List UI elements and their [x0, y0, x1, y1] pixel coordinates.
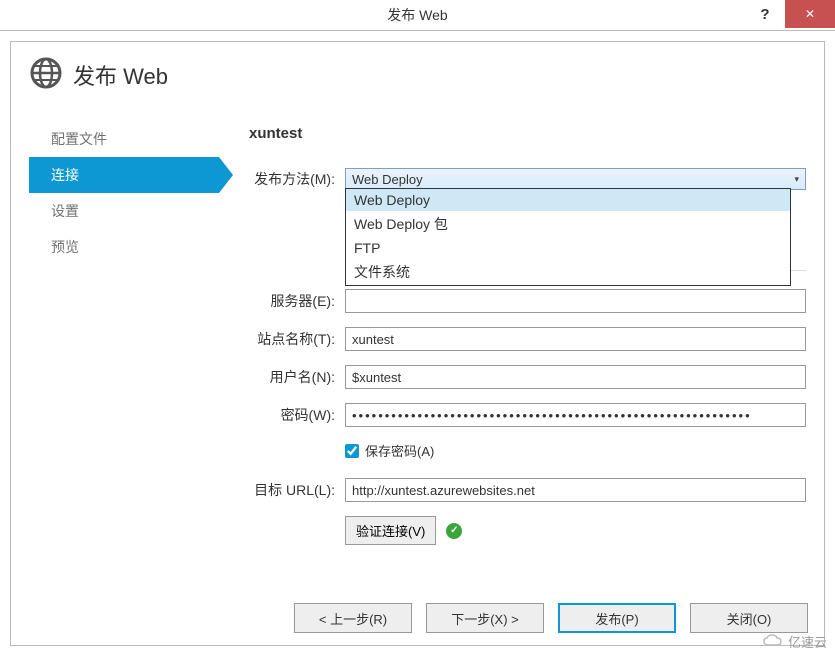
globe-icon [29, 56, 63, 93]
next-button[interactable]: 下一步(X) > [426, 603, 544, 633]
wizard-nav: 配置文件 连接 设置 预览 [29, 121, 219, 545]
chevron-down-icon: ▾ [794, 174, 799, 185]
close-button[interactable]: 关闭(O) [690, 603, 808, 633]
dialog-title: 发布 Web [73, 59, 168, 91]
nav-item-settings[interactable]: 设置 [29, 193, 219, 229]
password-label: 密码(W): [249, 405, 345, 425]
success-check-icon: ✓ [446, 523, 462, 539]
title-bar-text: 发布 Web [387, 5, 447, 25]
password-input[interactable] [345, 403, 806, 427]
close-icon: ✕ [805, 7, 815, 21]
dropdown-option-web-deploy-package[interactable]: Web Deploy 包 [346, 211, 790, 237]
dropdown-option-web-deploy[interactable]: Web Deploy [346, 189, 790, 211]
watermark-text: 亿速云 [788, 632, 827, 651]
save-password-label: 保存密码(A) [365, 441, 434, 460]
nav-item-connection[interactable]: 连接 [29, 157, 219, 193]
username-input[interactable] [345, 365, 806, 389]
publish-button[interactable]: 发布(P) [558, 603, 676, 633]
destination-url-label: 目标 URL(L): [249, 480, 345, 500]
dropdown-option-filesystem[interactable]: 文件系统 [346, 259, 790, 285]
publish-method-value: Web Deploy [352, 172, 423, 187]
profile-name: xuntest [249, 125, 806, 142]
title-bar: 发布 Web ? ✕ [0, 0, 835, 31]
publish-method-label: 发布方法(M): [249, 169, 345, 189]
validate-connection-button[interactable]: 验证连接(V) [345, 516, 436, 545]
prev-button[interactable]: < 上一步(R) [294, 603, 412, 633]
close-window-button[interactable]: ✕ [785, 0, 835, 28]
publish-method-select[interactable]: Web Deploy ▾ [345, 168, 806, 190]
nav-item-preview[interactable]: 预览 [29, 229, 219, 265]
server-label: 服务器(E): [249, 291, 345, 311]
dropdown-option-ftp[interactable]: FTP [346, 237, 790, 259]
username-label: 用户名(N): [249, 367, 345, 387]
destination-url-input[interactable] [345, 478, 806, 502]
server-input[interactable] [345, 289, 806, 313]
nav-item-profile[interactable]: 配置文件 [29, 121, 219, 157]
site-name-input[interactable] [345, 327, 806, 351]
site-name-label: 站点名称(T): [249, 329, 345, 349]
save-password-checkbox[interactable] [345, 444, 359, 458]
watermark: 亿速云 [762, 632, 827, 651]
dialog-header: 发布 Web [29, 56, 806, 93]
publish-method-dropdown: Web Deploy Web Deploy 包 FTP 文件系统 [345, 188, 791, 286]
help-button[interactable]: ? [745, 0, 785, 28]
